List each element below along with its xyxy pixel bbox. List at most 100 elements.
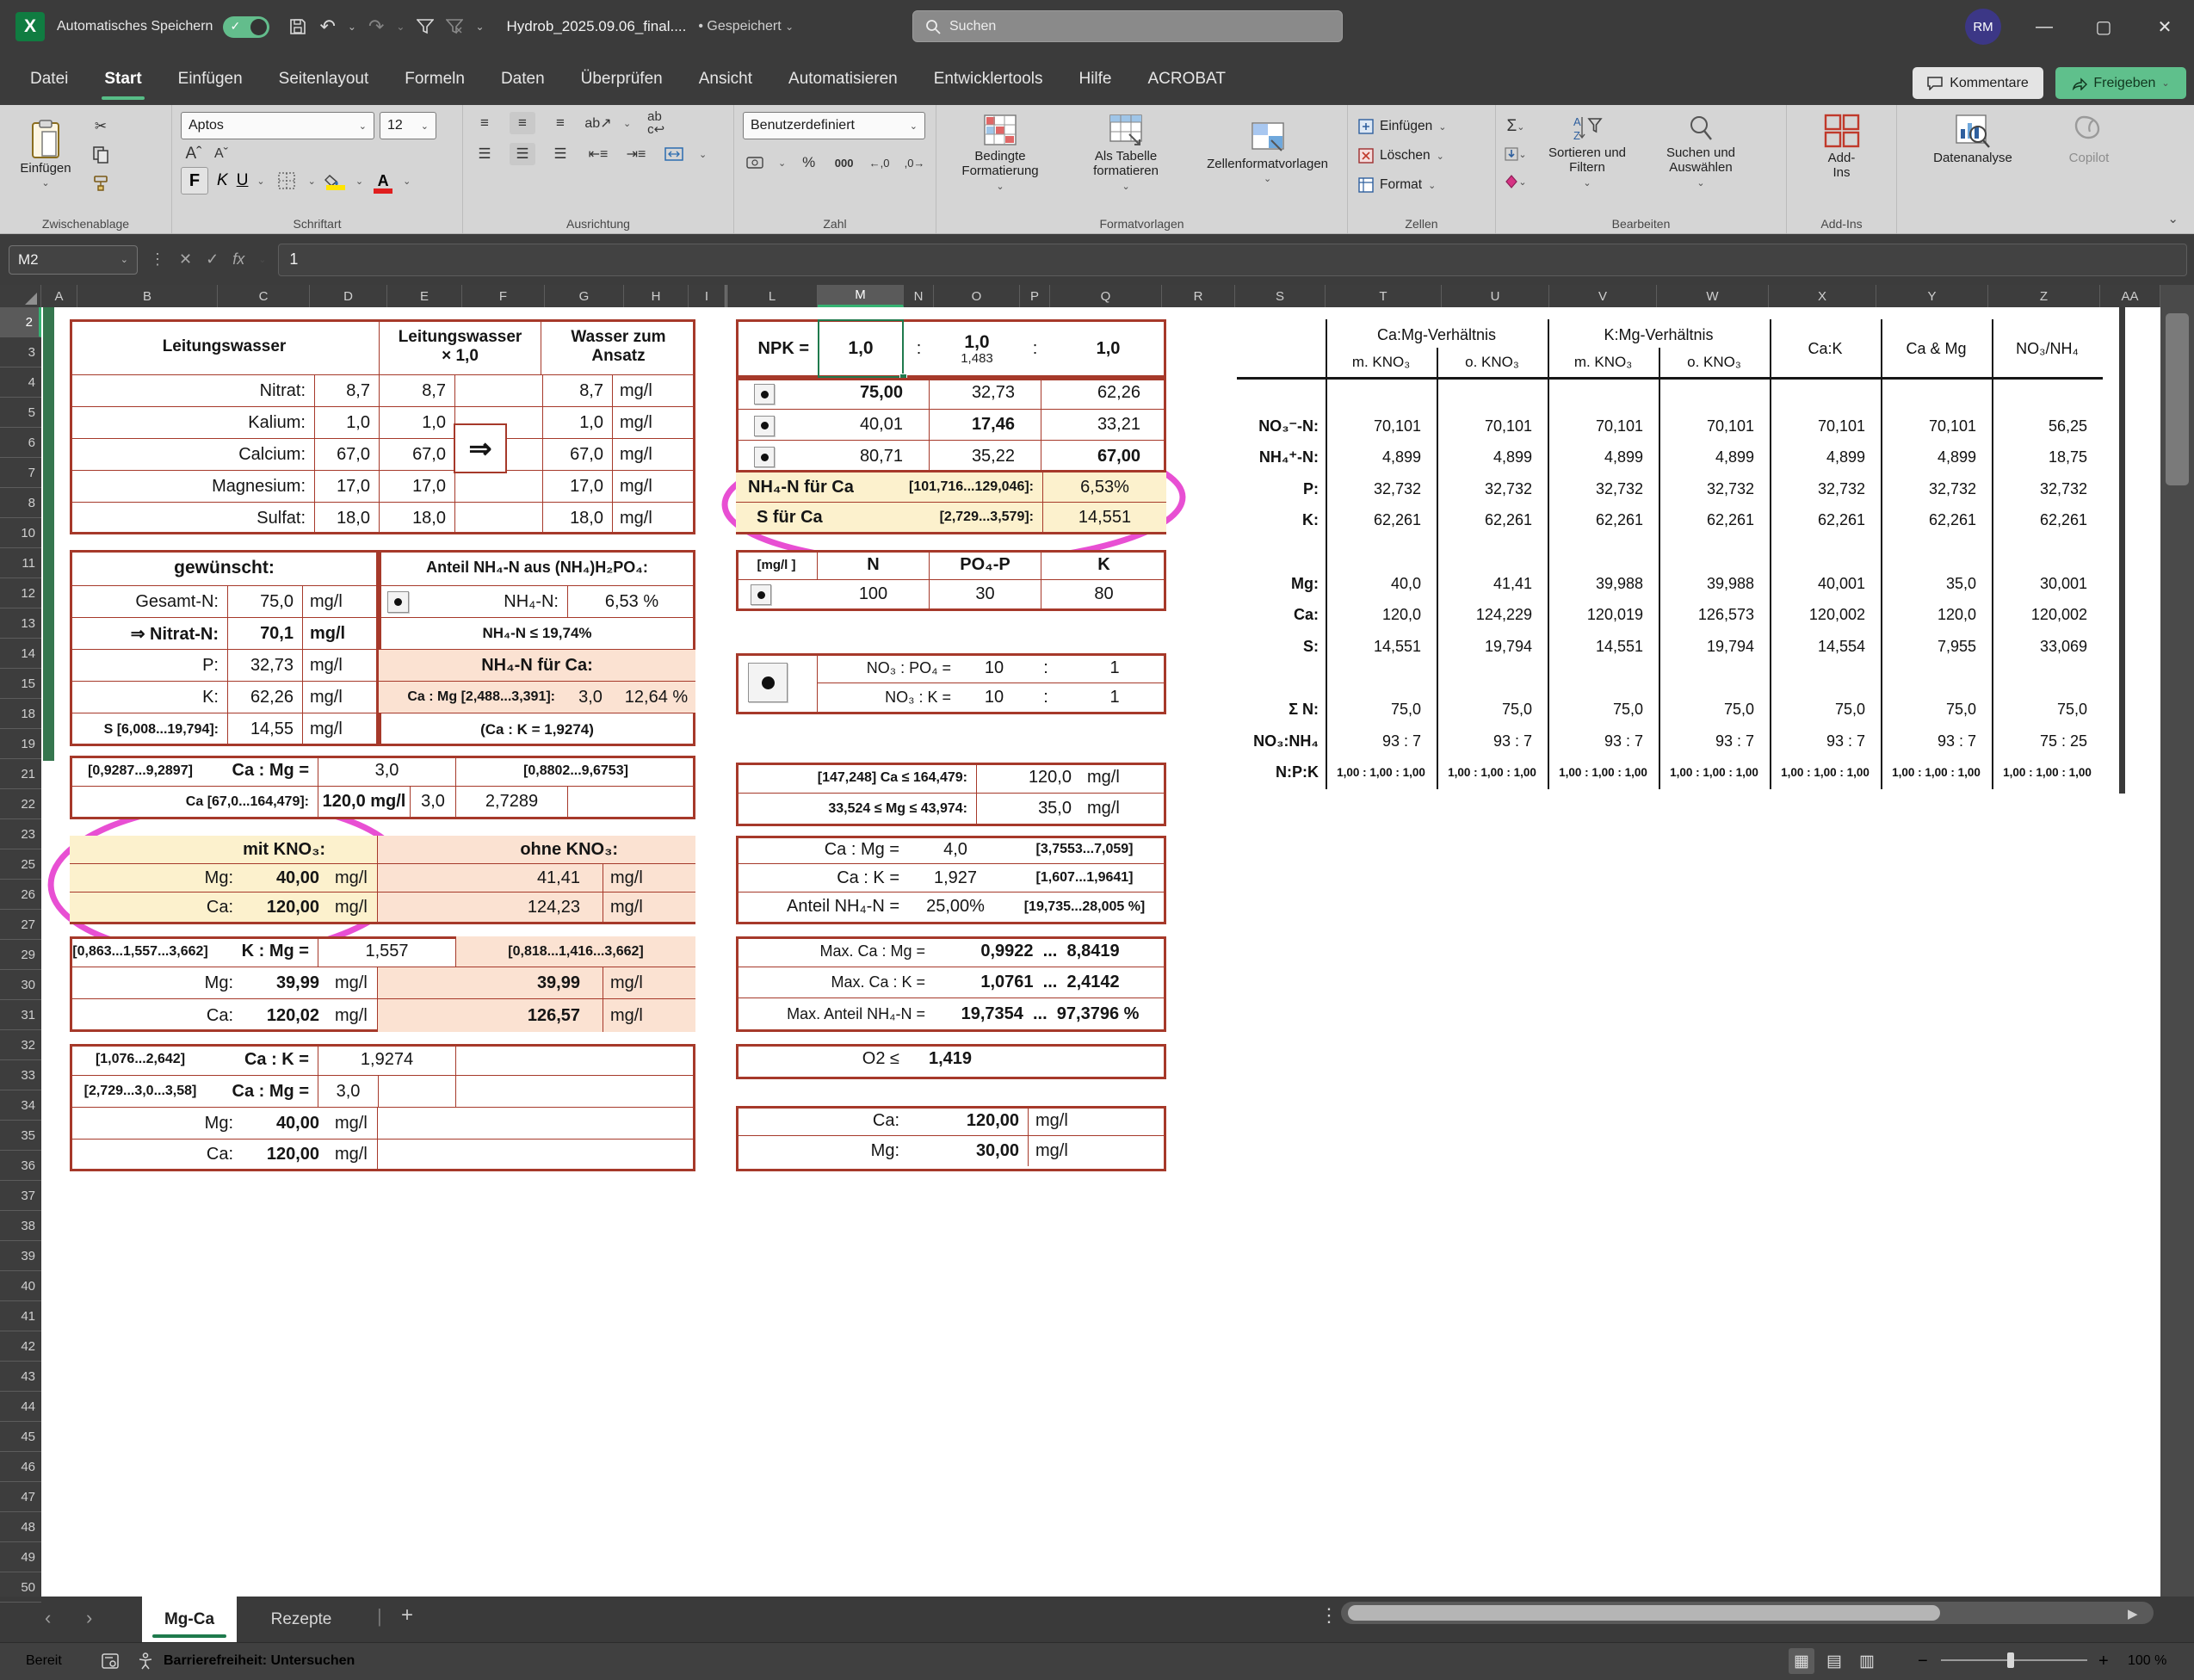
cell[interactable]: Sulfat:: [70, 503, 315, 534]
cell[interactable]: Ca:: [736, 1106, 908, 1136]
cell[interactable]: 35,0: [977, 794, 1080, 824]
value-cell[interactable]: 93 : 7: [1326, 726, 1437, 757]
cell[interactable]: [455, 503, 543, 534]
value-cell[interactable]: 35,0: [1881, 568, 1992, 599]
horizontal-scrollbar-thumb[interactable]: [1348, 1605, 1940, 1621]
row-header-11[interactable]: 11: [0, 548, 41, 578]
cell[interactable]: [456, 1044, 695, 1076]
search-input[interactable]: Suchen: [912, 10, 1343, 42]
value-cell[interactable]: 70,101: [1548, 411, 1659, 442]
cell[interactable]: 1,0: [380, 407, 455, 439]
cell[interactable]: 33,21: [1041, 410, 1166, 442]
value-cell[interactable]: 62,261: [1326, 505, 1437, 536]
row-header-19[interactable]: 19: [0, 729, 41, 759]
value-cell[interactable]: 75,0: [1548, 694, 1659, 725]
column-header-X[interactable]: X: [1769, 285, 1876, 307]
normal-view-icon[interactable]: ▦: [1789, 1648, 1814, 1674]
cell[interactable]: 1,0: [543, 407, 613, 439]
row-header-4[interactable]: 4: [0, 368, 41, 398]
cell[interactable]: mg/l: [603, 999, 695, 1032]
column-header-D[interactable]: D: [310, 285, 387, 307]
cell[interactable]: 120,00: [242, 1140, 328, 1169]
cell[interactable]: mg/l: [328, 999, 378, 1032]
column-header-AA[interactable]: AA: [2100, 285, 2160, 307]
value-cell[interactable]: 1,00 : 1,00 : 1,00: [1881, 757, 1992, 788]
cell[interactable]: mg/l: [1029, 1106, 1166, 1136]
cell[interactable]: P:: [70, 650, 228, 682]
value-cell[interactable]: 14,551: [1548, 631, 1659, 662]
value-cell[interactable]: 19,794: [1437, 631, 1548, 662]
cell[interactable]: [378, 1140, 695, 1169]
cell[interactable]: 30: [930, 580, 1041, 608]
cell[interactable]: K:: [70, 682, 228, 713]
sheet-tab-rezepte[interactable]: Rezepte: [245, 1597, 357, 1642]
value-cell[interactable]: 70,101: [1881, 411, 1992, 442]
value-cell[interactable]: 62,261: [1881, 505, 1992, 536]
cell[interactable]: [0,863...1,557...3,662]: [70, 936, 211, 967]
cell-m2[interactable]: 1,0: [818, 319, 904, 378]
cell[interactable]: mg/l: [603, 892, 695, 922]
accessibility-status[interactable]: Barrierefreiheit: Untersuchen: [164, 1642, 355, 1680]
value-cell[interactable]: 75,0: [1659, 694, 1770, 725]
cell[interactable]: Ca : K =: [736, 864, 908, 892]
number-format-select[interactable]: Benutzerdefiniert⌄: [743, 112, 925, 139]
row-header-32[interactable]: 32: [0, 1030, 41, 1060]
row-header-48[interactable]: 48: [0, 1512, 41, 1542]
copy-icon[interactable]: [88, 144, 114, 166]
collapse-ribbon-icon[interactable]: ⌄: [2167, 211, 2179, 226]
cell[interactable]: 19,7354 ... 97,3796 %: [934, 998, 1166, 1029]
cell[interactable]: [1,607...1,9641]: [1003, 864, 1166, 892]
row-header-10[interactable]: 10: [0, 518, 41, 548]
format-painter-icon[interactable]: [88, 172, 114, 195]
fx-icon[interactable]: fx: [232, 250, 244, 269]
row-header-27[interactable]: 27: [0, 910, 41, 940]
cell[interactable]: NH₄-N ≤ 19,74%: [379, 618, 695, 650]
cell[interactable]: 3,0: [564, 682, 617, 713]
cell[interactable]: 67,00: [1041, 441, 1166, 472]
cell[interactable]: 10: [960, 653, 1029, 683]
menu-tab-automatisieren[interactable]: Automatisieren: [770, 53, 916, 105]
cell[interactable]: Calcium:: [70, 439, 315, 471]
page-layout-view-icon[interactable]: ▤: [1821, 1648, 1847, 1674]
accessibility-icon[interactable]: [138, 1642, 153, 1680]
row-header-8[interactable]: 8: [0, 488, 41, 518]
align-right-icon[interactable]: ☰: [547, 143, 573, 165]
row-header-43[interactable]: 43: [0, 1362, 41, 1392]
cell[interactable]: 100: [818, 580, 930, 608]
cell[interactable]: 3,0: [411, 787, 456, 817]
wrap-text-icon[interactable]: abc↩: [643, 112, 669, 134]
select-all-button[interactable]: [0, 285, 41, 307]
cell[interactable]: :: [1029, 683, 1063, 712]
column-header-U[interactable]: U: [1442, 285, 1549, 307]
cell[interactable]: 0,9922 ... 8,8419: [934, 936, 1166, 967]
borders-icon[interactable]: [274, 170, 300, 192]
percent-icon[interactable]: %: [796, 151, 821, 174]
value-cell[interactable]: 4,899: [1770, 442, 1881, 473]
cell[interactable]: 35,22: [930, 441, 1041, 472]
cell[interactable]: Nitrat:: [70, 375, 315, 407]
cell[interactable]: 12,64 %: [617, 682, 695, 713]
value-cell[interactable]: 75,0: [1881, 694, 1992, 725]
cell[interactable]: mg/l: [613, 471, 695, 503]
row-header-29[interactable]: 29: [0, 940, 41, 970]
value-cell[interactable]: 18,75: [1992, 442, 2103, 473]
value-cell[interactable]: 32,732: [1326, 473, 1437, 504]
row-header-33[interactable]: 33: [0, 1060, 41, 1090]
value-cell[interactable]: 14,554: [1770, 631, 1881, 662]
column-header-C[interactable]: C: [218, 285, 310, 307]
cell[interactable]: 6,53%: [1043, 472, 1166, 503]
value-cell[interactable]: 93 : 7: [1437, 726, 1548, 757]
decrease-decimal-icon[interactable]: ,0→: [902, 151, 927, 174]
insert-cells-button[interactable]: Einfügen⌄: [1348, 112, 1495, 141]
value-cell[interactable]: 75 : 25: [1992, 726, 2103, 757]
menu-tab-daten[interactable]: Daten: [483, 53, 563, 105]
cell[interactable]: mg/l: [328, 892, 378, 922]
value-cell[interactable]: 120,0: [1326, 600, 1437, 631]
addins-button[interactable]: Add- Ins: [1795, 112, 1889, 181]
cell[interactable]: 70,1: [228, 618, 303, 650]
cut-icon[interactable]: ✂: [88, 115, 114, 138]
row-header-38[interactable]: 38: [0, 1211, 41, 1241]
cell[interactable]: mg/l: [303, 650, 379, 682]
cell[interactable]: 14,551: [1043, 503, 1166, 532]
cell[interactable]: mg/l: [603, 864, 695, 892]
